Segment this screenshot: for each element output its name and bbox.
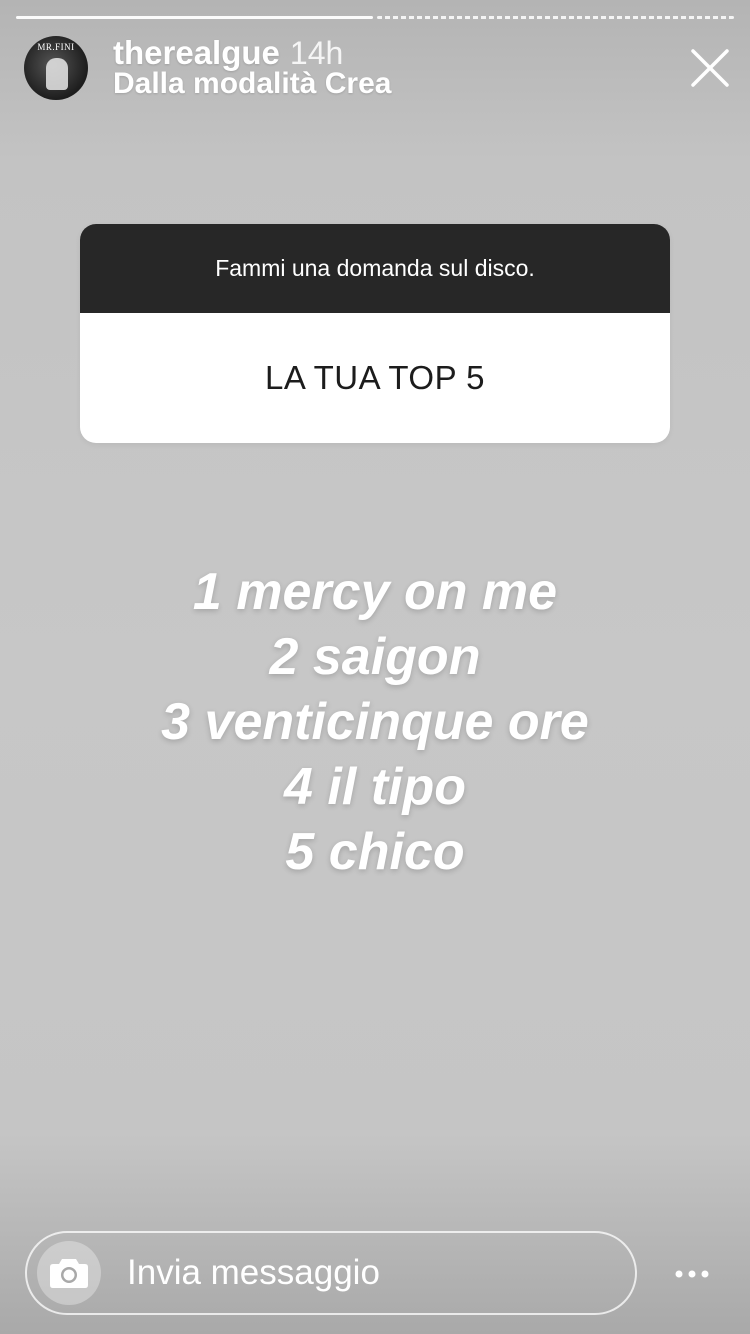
story-timestamp: 14h: [289, 35, 344, 71]
list-item: 3 venticinque ore: [161, 693, 589, 751]
list-item: 4 il tipo: [284, 758, 466, 816]
camera-icon: [50, 1259, 88, 1288]
progress-segment-viewed: [16, 16, 373, 19]
message-input[interactable]: [127, 1233, 607, 1313]
story-progress-bar: [16, 16, 734, 19]
top-5-list: 1 mercy on me 2 saigon 3 venticinque ore…: [0, 560, 750, 885]
story-subtitle[interactable]: Dalla modalità Crea: [113, 67, 391, 101]
close-icon: [691, 49, 729, 87]
avatar-cover-text: MR.FINI: [37, 42, 75, 52]
question-sticker: Fammi una domanda sul disco. LA TUA TOP …: [80, 224, 670, 443]
more-options-button[interactable]: [672, 1254, 712, 1294]
avatar-figure: [46, 58, 68, 90]
progress-segment-current: [377, 16, 734, 19]
username[interactable]: therealgue: [113, 34, 280, 71]
close-button[interactable]: [688, 46, 732, 90]
question-answer: LA TUA TOP 5: [264, 359, 486, 396]
list-item: 1 mercy on me: [192, 563, 558, 621]
question-prompt: Fammi una domanda sul disco.: [80, 224, 670, 313]
more-icon: [675, 1270, 709, 1278]
camera-button[interactable]: [37, 1241, 101, 1305]
avatar[interactable]: MR.FINI: [24, 36, 88, 100]
list-item: 2 saigon: [269, 628, 481, 686]
list-item: 5 chico: [285, 823, 465, 881]
reply-bar: [25, 1231, 637, 1315]
